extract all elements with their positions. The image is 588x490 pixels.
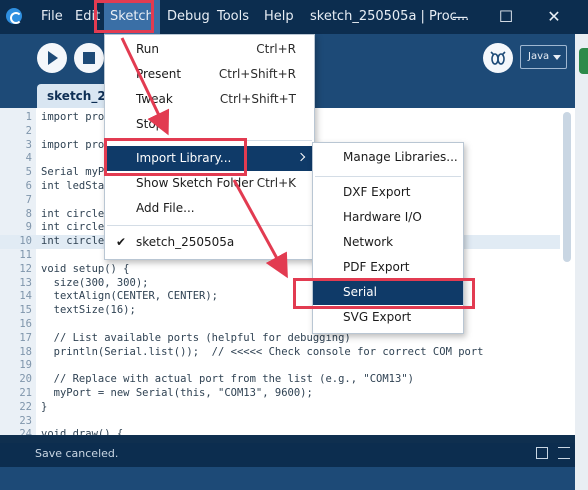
annotation-arrow-1 bbox=[120, 37, 170, 136]
annotation-arrows bbox=[120, 37, 288, 279]
annotation-arrow-2 bbox=[232, 179, 288, 279]
